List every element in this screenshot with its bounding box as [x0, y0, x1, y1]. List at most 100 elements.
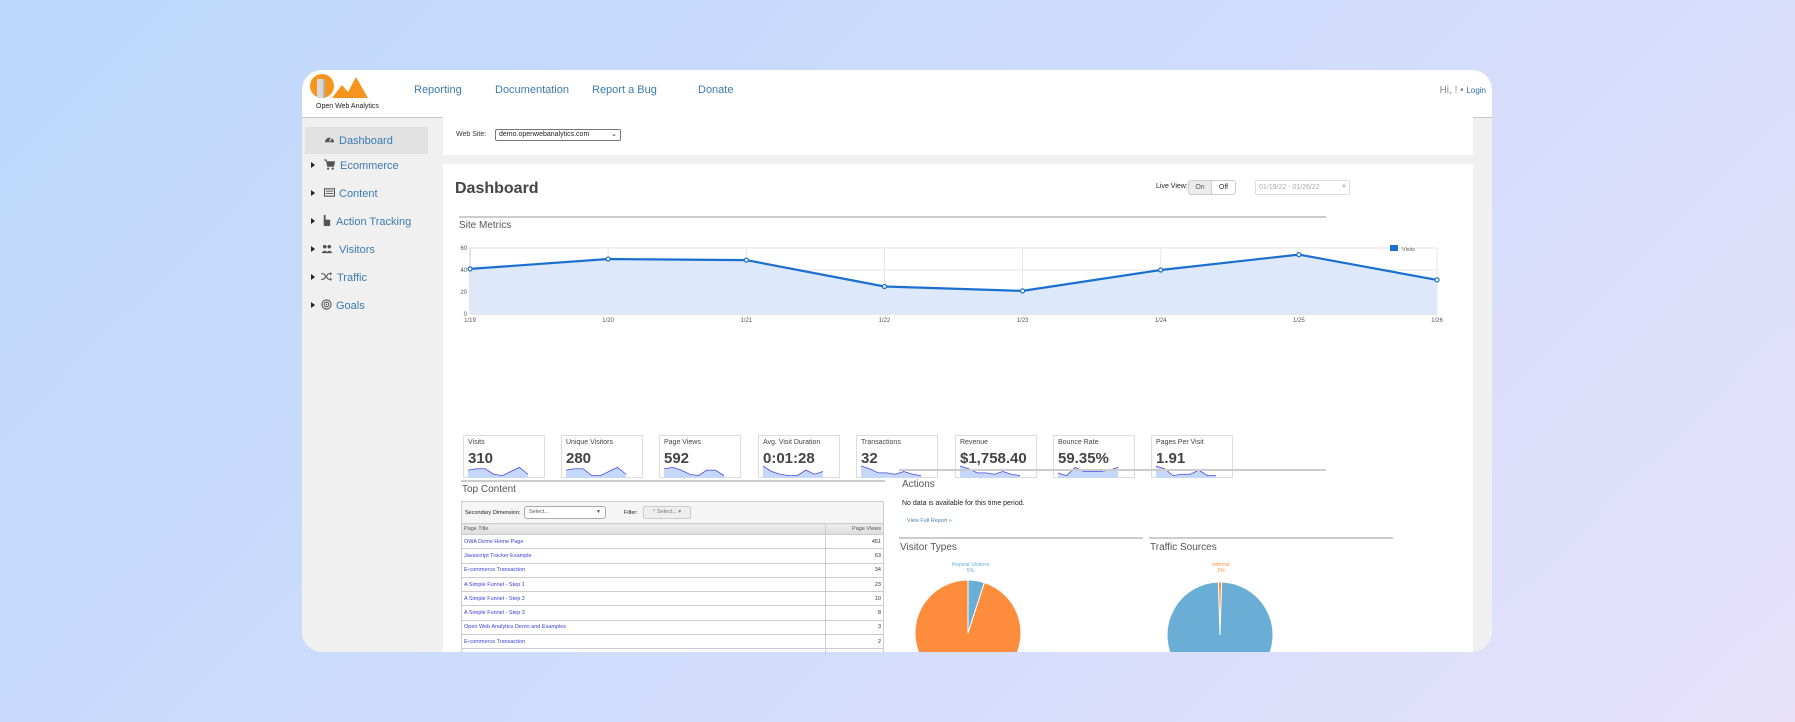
sidebar-item-visitors[interactable]: Visitors — [302, 236, 428, 264]
sidebar-item-label: Ecommerce — [340, 160, 399, 172]
metric-card[interactable]: Page Views 592 — [659, 435, 741, 478]
metric-card[interactable]: Avg. Visit Duration 0:01:28 — [758, 435, 840, 478]
sidebar-item-label: Traffic — [337, 272, 367, 284]
data-point — [467, 266, 473, 272]
top-header: Open Web Analytics Reporting Documentati… — [302, 70, 1492, 118]
pointer-icon — [320, 215, 332, 227]
page-title-cell: Open Web Analytics Demo and Examples — [461, 619, 826, 636]
nav-documentation[interactable]: Documentation — [495, 84, 569, 96]
expand-arrow-icon[interactable] — [311, 274, 315, 280]
sidebar-item-goals[interactable]: Goals — [302, 292, 428, 320]
owa-logo[interactable]: Open Web Analytics — [308, 73, 379, 115]
expand-arrow-icon[interactable] — [311, 218, 315, 224]
data-point — [1296, 251, 1302, 258]
nav-report-bug[interactable]: Report a Bug — [592, 84, 657, 96]
callout-value: 1% — [1216, 568, 1225, 574]
actions-title: Actions — [902, 479, 935, 490]
sidebar-item-dashboard[interactable]: Dashboard — [305, 127, 428, 154]
table-row: Open Web Analytics Demo and Examples 3 — [461, 619, 884, 636]
table-row: E-commerce Transaction 34 — [461, 562, 884, 578]
page-title-link[interactable]: A Simple Funnel - Step 2 — [464, 596, 525, 602]
data-point — [1158, 267, 1164, 273]
table-row: A Simple Funnel - Step 3 8 — [461, 605, 884, 621]
x-tick-label: 1/22 — [879, 318, 891, 324]
traffic-sources-callout: referral 1% — [1212, 562, 1229, 574]
nav-donate[interactable]: Donate — [698, 84, 733, 96]
column-header-page-views[interactable]: Page Views — [825, 523, 884, 535]
page-title-link[interactable]: E-commerce Transaction — [464, 567, 525, 573]
data-point — [1019, 288, 1026, 294]
page-views-cell: 451 — [825, 533, 884, 550]
metric-label: Bounce Rate — [1058, 439, 1099, 446]
actions-view-full-report-link[interactable]: View Full Report » — [907, 518, 952, 524]
expand-arrow-icon[interactable] — [311, 246, 315, 252]
metric-card[interactable]: Visits 310 — [463, 435, 545, 478]
sparkline — [960, 465, 1021, 478]
login-link[interactable]: Login — [1466, 86, 1486, 95]
table-row: E-commerce Transaction 2 — [461, 634, 884, 650]
page-views-cell: 8 — [825, 605, 884, 621]
page-title-link[interactable]: OWA Demo Home Page — [464, 539, 523, 545]
x-tick-label: 1/24 — [1155, 318, 1167, 324]
sidebar-item-ecommerce[interactable]: Ecommerce — [302, 152, 428, 180]
x-tick-label: 1/20 — [602, 318, 614, 324]
sidebar-item-action-tracking[interactable]: Action Tracking — [302, 208, 428, 236]
dashboard-panel: Dashboard Live View: On Off 01/19/22 - 0… — [443, 164, 1473, 652]
page-title-link[interactable]: A Simple Funnel - Step 1 — [464, 582, 525, 588]
visitor-types-callout: Repeat Visitors 5% — [952, 562, 989, 574]
expand-arrow-icon[interactable] — [311, 302, 315, 308]
page-title-link[interactable]: A Simple Funnel - Step 3 — [464, 610, 525, 616]
sidebar-item-label: Visitors — [339, 244, 375, 256]
page-title-cell: A Simple Funnel - Step 1 — [461, 576, 826, 593]
chevron-down-icon: ▼ — [596, 509, 601, 515]
page-title-link[interactable]: Open Web Analytics Demo and Examples — [464, 624, 566, 630]
website-select[interactable]: demo.openwebanalytics.com ⌄ — [495, 129, 621, 141]
sparkline-area — [664, 467, 724, 478]
legend-label: Visits — [1402, 247, 1415, 253]
sidebar: Dashboard Ecommerce Content Action Track… — [302, 118, 428, 652]
y-tick-label: 20 — [460, 290, 467, 296]
section-divider — [461, 480, 885, 482]
sidebar-item-label: Action Tracking — [336, 216, 412, 228]
sidebar-item-label: Goals — [336, 300, 365, 312]
page-title-link[interactable]: E-commerce Transaction — [464, 639, 525, 645]
table-row: Javascript Tracker Example1 — [461, 648, 884, 652]
table-header-row: Page Title Page Views — [461, 523, 884, 535]
table-row: OWA Demo Home Page 451 — [461, 533, 884, 550]
pie-slice-new-visitors[interactable] — [914, 579, 1022, 652]
metric-label: Pages Per Visit — [1156, 439, 1204, 446]
sparkline — [1156, 465, 1216, 478]
sidebar-item-content[interactable]: Content — [302, 180, 428, 208]
secondary-dimension-select[interactable]: Select... ▼ — [524, 506, 606, 519]
page-title-cell: Javascript Tracker Example — [461, 548, 826, 564]
metric-card[interactable]: Bounce Rate 59.35% — [1053, 435, 1135, 478]
expand-arrow-icon[interactable] — [311, 162, 315, 168]
page-title-link[interactable]: Javascript Tracker Example — [464, 553, 532, 559]
sparkline — [566, 466, 627, 478]
metric-card[interactable]: Transactions 32 — [856, 435, 938, 478]
sidebar-item-traffic[interactable]: Traffic — [302, 264, 428, 292]
website-select-value: demo.openwebanalytics.com — [499, 131, 590, 138]
page-views-cell: 1 — [825, 648, 884, 652]
metric-card[interactable]: Unique Visitors 280 — [561, 435, 643, 478]
page-views-cell: 23 — [825, 576, 884, 593]
nav-reporting[interactable]: Reporting — [414, 84, 462, 96]
metric-card[interactable]: Pages Per Visit 1.91 — [1151, 435, 1233, 478]
data-point — [881, 283, 888, 290]
logo-text: Open Web Analytics — [316, 103, 379, 110]
secondary-dimension-label: Secondary Dimension: — [465, 510, 521, 516]
user-area: Hi, ! • Login — [1440, 85, 1486, 96]
filter-select[interactable]: ^ Select... ▾ — [643, 506, 691, 519]
metric-card[interactable]: Revenue $1,758.40 — [955, 435, 1037, 478]
owa-app-window: Open Web Analytics Reporting Documentati… — [302, 70, 1492, 652]
top-content-table: Page Title Page Views OWA Demo Home Page… — [461, 523, 884, 652]
callout-value: 5% — [966, 568, 975, 574]
metric-label: Visits — [468, 439, 485, 446]
dashboard-icon — [323, 134, 335, 146]
sparkline-area — [1156, 466, 1216, 478]
page-title-cell: Javascript Tracker Example — [461, 648, 826, 652]
column-header-page-title[interactable]: Page Title — [461, 523, 826, 535]
section-divider — [899, 469, 1326, 471]
traffic-sources-pie-chart — [1166, 581, 1274, 652]
expand-arrow-icon[interactable] — [311, 190, 315, 196]
